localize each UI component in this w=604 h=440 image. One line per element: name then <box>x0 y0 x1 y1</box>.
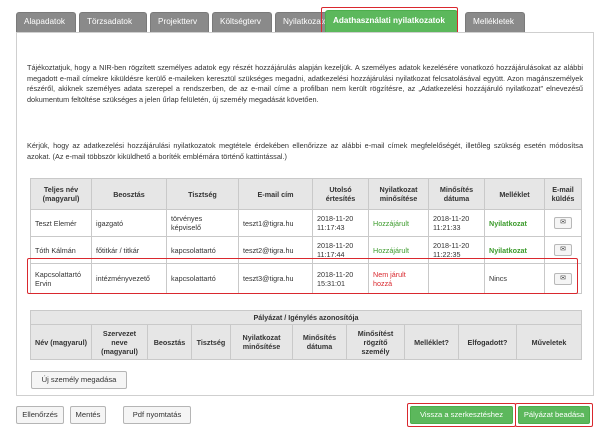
col-header-organization: Szervezet neve (magyarul) <box>91 324 148 360</box>
table-row: Kapcsolattartó Ervin intézményvezető kap… <box>30 263 582 294</box>
instruction-paragraph: Kérjük, hogy az adatkezelési hozzájárulá… <box>27 141 583 161</box>
col-header-recorder: Minősítést rögzítő személy <box>346 324 405 360</box>
cell-status: Hozzájárult <box>368 236 429 264</box>
cell-last-notice: 2018-11-20 11:17:43 <box>312 209 369 237</box>
cell-name: Teszt Elemér <box>30 209 92 237</box>
submit-application-button[interactable]: Pályázat beadása <box>518 406 590 424</box>
cell-status-date <box>428 263 485 294</box>
tab-projektterv[interactable]: Projektterv <box>150 12 209 32</box>
cell-name: Kapcsolattartó Ervin <box>30 263 92 294</box>
cell-email[interactable]: teszt3@tigra.hu <box>238 263 313 294</box>
cell-position: főtitkár / titkár <box>91 236 167 264</box>
col-header-title: Tisztség <box>166 178 239 210</box>
cell-status-date: 2018-11-20 11:21:33 <box>428 209 485 237</box>
applicant-table-title: Pályázat / Igénylés azonosítója <box>29 310 583 325</box>
back-to-edit-button[interactable]: Vissza a szerkesztéshez <box>410 406 513 424</box>
tab-bar: Alapadatok Törzsadatok Projektterv Költs… <box>16 10 594 32</box>
col-header-status: Nyilatkozat minősítése <box>230 324 293 360</box>
col-header-accepted: Elfogadott? <box>458 324 517 360</box>
col-header-last-notice: Utolsó értesítés <box>312 178 369 210</box>
tab-mellekletek[interactable]: Mellékletek <box>465 12 525 32</box>
cell-title: kapcsolattartó <box>166 236 239 264</box>
col-header-position: Beosztás <box>91 178 167 210</box>
cell-last-notice: 2018-11-20 11:17:44 <box>312 236 369 264</box>
cell-name: Tóth Kálmán <box>30 236 92 264</box>
tab-alapadatok[interactable]: Alapadatok <box>16 12 76 32</box>
consent-table: Teljes név (magyarul) Beosztás Tisztség … <box>30 178 582 294</box>
pdf-print-button[interactable]: Pdf nyomtatás <box>123 406 191 424</box>
cell-email[interactable]: teszt2@tigra.hu <box>238 236 313 264</box>
cell-status-date: 2018-11-20 11:22:35 <box>428 236 485 264</box>
content-panel: Tájékoztatjuk, hogy a NIR-ben rögzített … <box>16 32 594 396</box>
cell-attachment: Nincs <box>484 263 545 294</box>
check-button[interactable]: Ellenőrzés <box>16 406 64 424</box>
cell-send: ✉ <box>544 236 582 264</box>
table-row: Teszt Elemér igazgató törvényes képvisel… <box>30 209 582 237</box>
tab-koltsegterv[interactable]: Költségterv <box>212 12 272 32</box>
cell-title: törvényes képviselő <box>166 209 239 237</box>
consent-table-header: Teljes név (magyarul) Beosztás Tisztség … <box>30 178 582 210</box>
intro-paragraph: Tájékoztatjuk, hogy a NIR-ben rögzített … <box>27 63 583 104</box>
col-header-name: Teljes név (magyarul) <box>30 178 92 210</box>
envelope-icon[interactable]: ✉ <box>554 272 572 285</box>
save-button[interactable]: Mentés <box>70 406 106 424</box>
cell-position: intézményvezető <box>91 263 167 294</box>
applicant-table-header: Név (magyarul) Szervezet neve (magyarul)… <box>30 324 583 360</box>
envelope-icon[interactable]: ✉ <box>554 244 572 256</box>
col-header-status-date: Minősítés dátuma <box>428 178 485 210</box>
cell-title: kapcsolattartó <box>166 263 239 294</box>
col-header-position: Beosztás <box>147 324 192 360</box>
new-person-button[interactable]: Új személy megadása <box>31 371 127 389</box>
cell-status: Nem járult hozzá <box>368 263 429 294</box>
col-header-send: E-mail küldés <box>544 178 582 210</box>
cell-attachment-link[interactable]: Nyilatkozat <box>484 236 545 264</box>
tab-adathasznalati-nyilatkozatok[interactable]: Adathasználati nyilatkozatok <box>325 10 458 32</box>
envelope-icon[interactable]: ✉ <box>554 217 572 229</box>
col-header-status: Nyilatkozat minősítése <box>368 178 429 210</box>
table-row: Tóth Kálmán főtitkár / titkár kapcsolatt… <box>30 236 582 264</box>
tab-torzsadatok[interactable]: Törzsadatok <box>79 12 147 32</box>
col-header-name: Név (magyarul) <box>30 324 92 360</box>
col-header-attachment: Melléklet? <box>404 324 459 360</box>
cell-send: ✉ <box>544 209 582 237</box>
cell-email[interactable]: teszt1@tigra.hu <box>238 209 313 237</box>
cell-last-notice: 2018-11-20 15:31:01 <box>312 263 369 294</box>
cell-status: Hozzájárult <box>368 209 429 237</box>
col-header-title: Tisztség <box>191 324 231 360</box>
col-header-attachment: Melléklet <box>484 178 545 210</box>
applicant-table: Pályázat / Igénylés azonosítója Név (mag… <box>29 310 583 360</box>
col-header-status-date: Minősítés dátuma <box>292 324 347 360</box>
col-header-email: E-mail cím <box>238 178 313 210</box>
col-header-actions: Műveletek <box>515 324 583 360</box>
cell-position: igazgató <box>91 209 167 237</box>
cell-send: ✉ <box>544 263 582 294</box>
cell-attachment-link[interactable]: Nyilatkozat <box>484 209 545 237</box>
